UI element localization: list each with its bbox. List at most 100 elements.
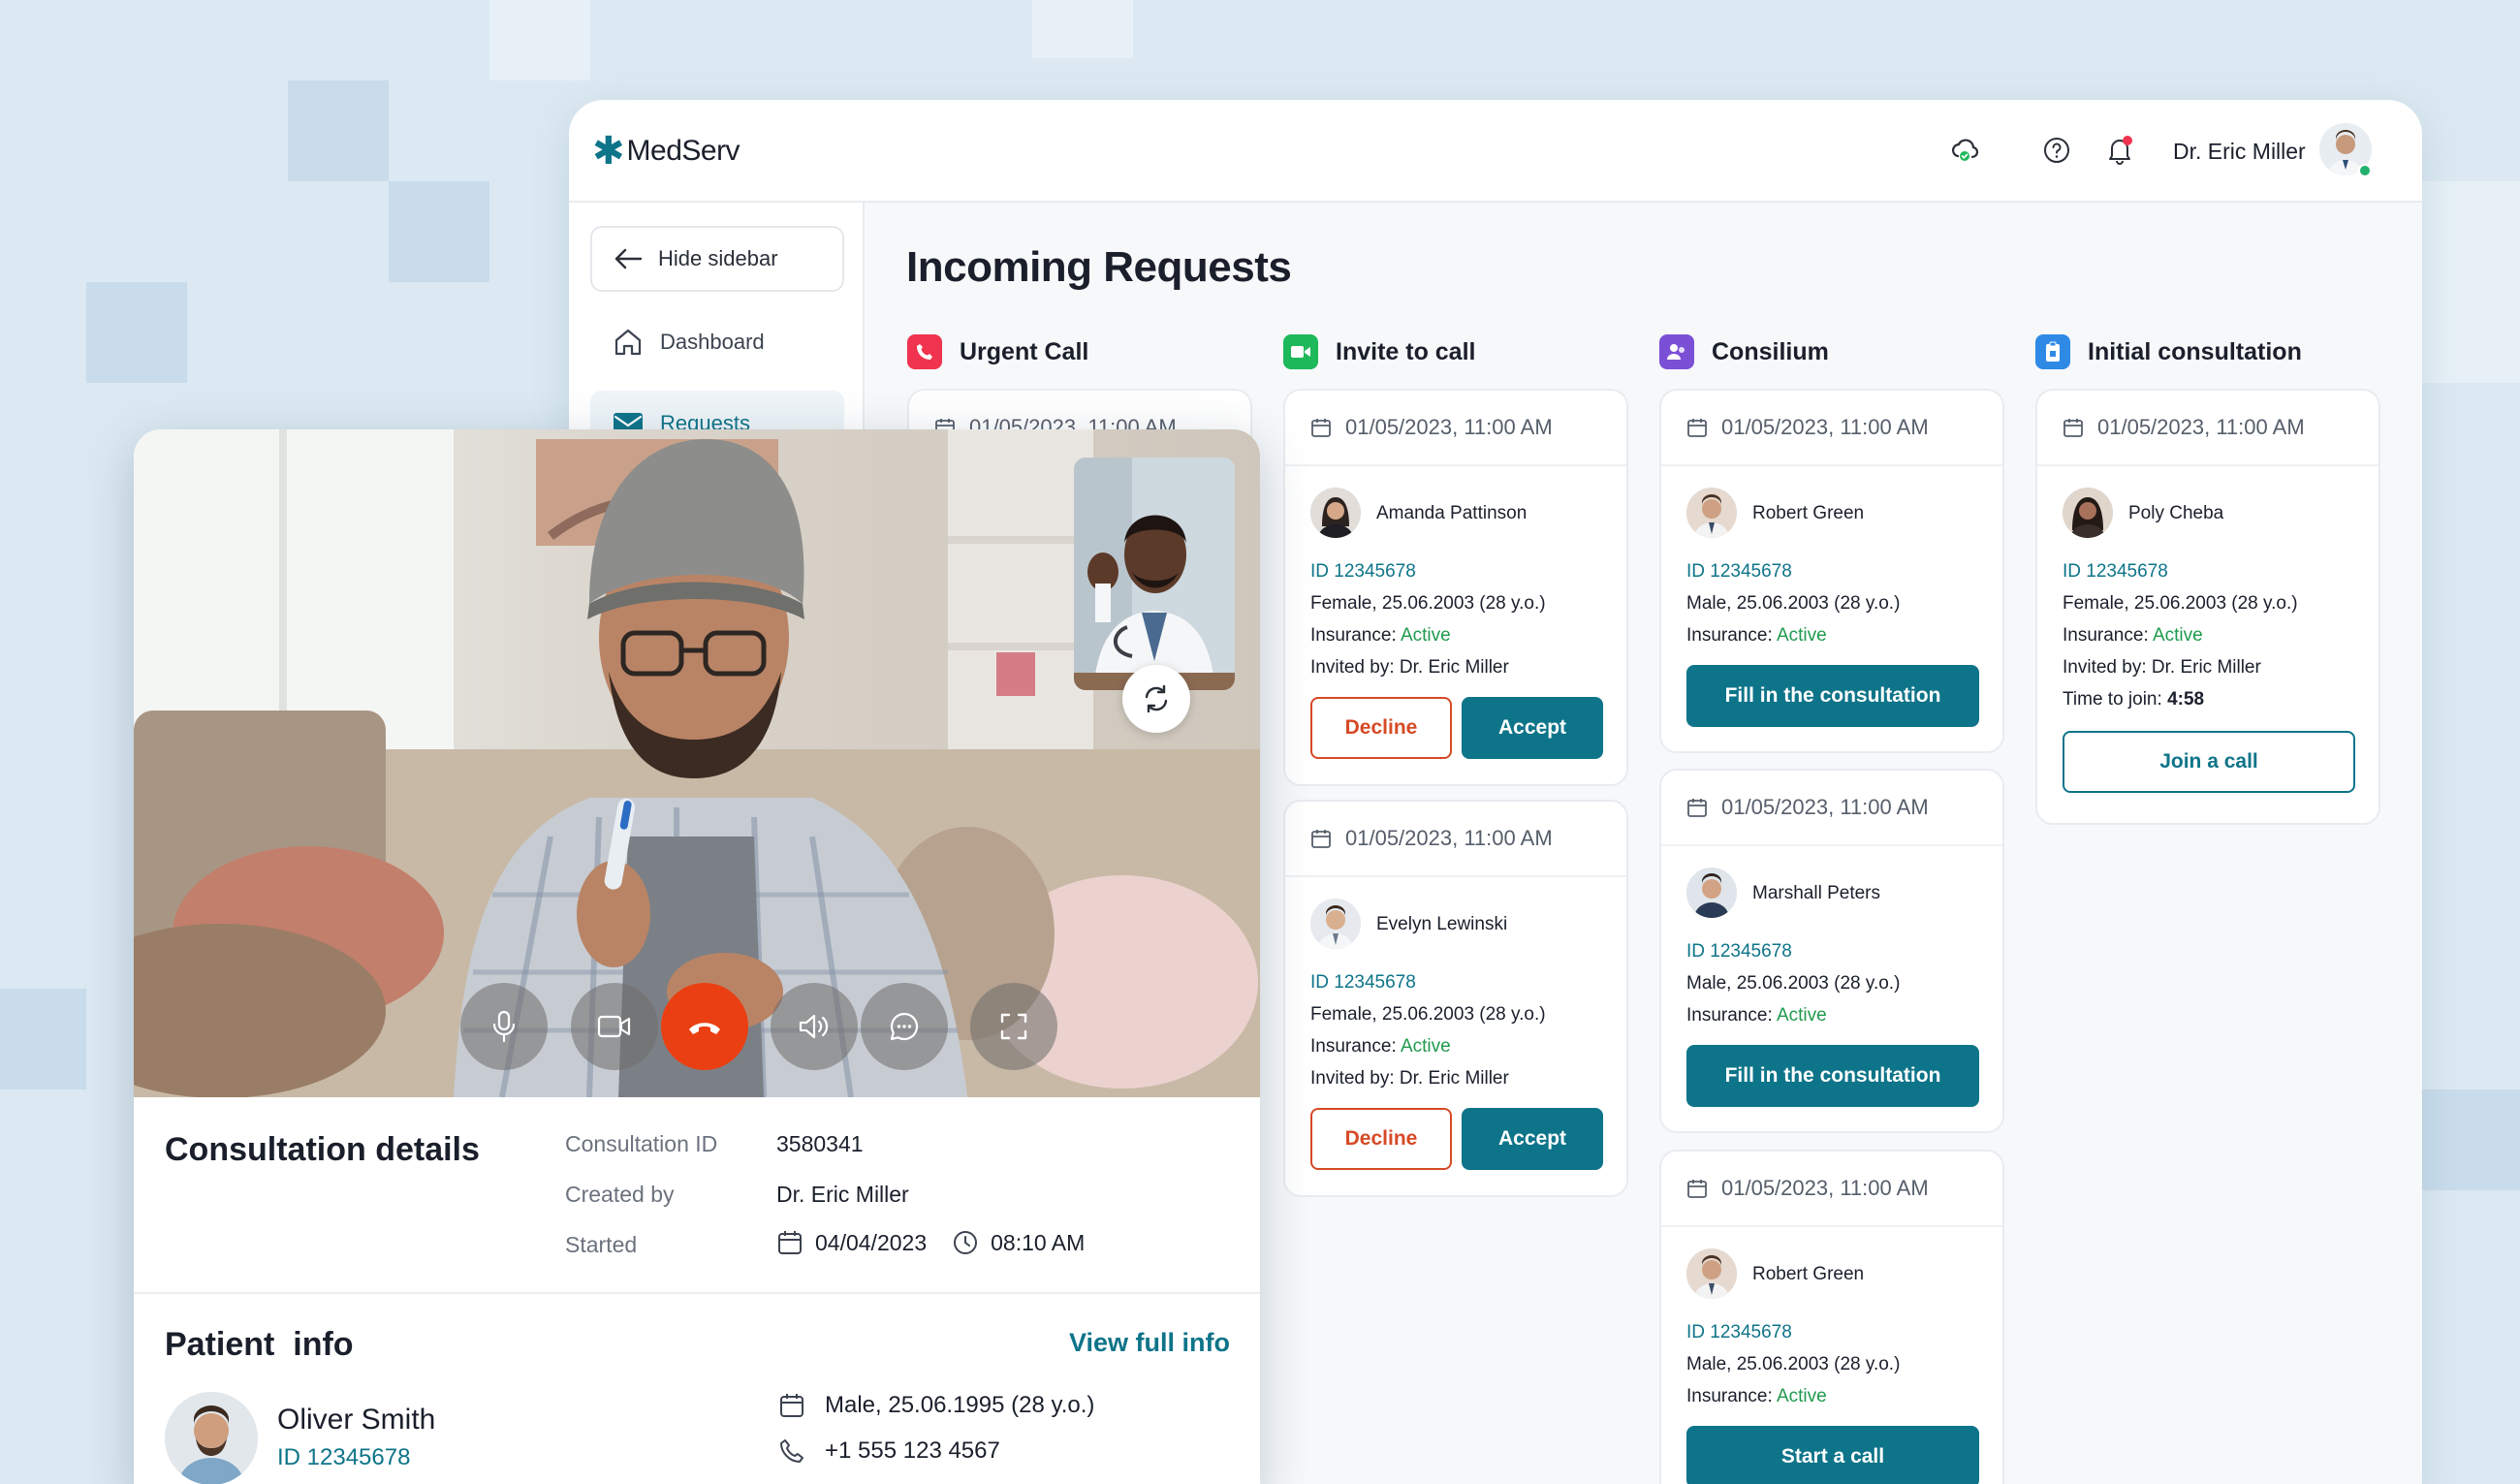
accept-button[interactable]: Accept: [1462, 1108, 1603, 1170]
column-title: Invite to call: [1336, 337, 1476, 365]
online-status-dot: [2358, 164, 2372, 177]
patient-row: Robert Green: [1686, 488, 2002, 538]
arrow-left-icon: [614, 248, 643, 269]
background-tile: [389, 181, 489, 282]
card-date: 01/05/2023, 11:00 AM: [1661, 1152, 2002, 1227]
insurance-status: Active: [1776, 1386, 1827, 1406]
hide-sidebar-button[interactable]: Hide sidebar: [590, 226, 844, 292]
patient-avatar: [1310, 899, 1361, 949]
patient-details: Male, 25.06.2003 (28 y.o.): [1686, 973, 1901, 994]
request-card[interactable]: 01/05/2023, 11:00 AM Robert Green ID 123…: [1659, 389, 2004, 753]
end-call-button[interactable]: [661, 983, 748, 1070]
logo-asterisk-icon: ✱: [592, 130, 625, 173]
started-value: 04/04/2023 08:10 AM: [776, 1229, 1085, 1256]
started-label: Started: [565, 1232, 638, 1257]
patient-id[interactable]: ID 12345678: [1686, 555, 2002, 587]
insurance-status: Active: [1400, 1036, 1451, 1057]
column-header-urgent-call: Urgent Call: [907, 332, 1088, 371]
fill-consultation-button[interactable]: Fill in the consultation: [1686, 665, 1979, 727]
card-actions: Decline Accept: [1310, 697, 1626, 759]
insurance-status: Active: [2152, 625, 2203, 646]
background-tile: [2422, 181, 2520, 383]
patient-details: Female, 25.06.2003 (28 y.o.): [1310, 593, 1546, 614]
join-call-button[interactable]: Join a call: [2063, 731, 2355, 793]
fill-consultation-button[interactable]: Fill in the consultation: [1686, 1045, 1979, 1107]
patient-id[interactable]: ID 12345678: [1310, 555, 1626, 587]
invited-by: Invited by: Dr. Eric Miller: [2063, 657, 2261, 678]
camera-button[interactable]: [571, 983, 658, 1070]
insurance-status: Active: [1776, 625, 1827, 646]
request-card[interactable]: 01/05/2023, 11:00 AM Marshall Peters ID …: [1659, 769, 2004, 1133]
consultation-id-label: Consultation ID: [565, 1131, 718, 1156]
calendar-icon: [1687, 419, 1707, 437]
patient-id[interactable]: ID 12345678: [1686, 935, 2002, 967]
patient-row: Evelyn Lewinski: [1310, 899, 1626, 949]
background-tile: [288, 80, 389, 181]
patient-id[interactable]: ID 12345678: [277, 1444, 410, 1471]
request-card[interactable]: 01/05/2023, 11:00 AM Amanda Pattinson ID…: [1283, 389, 1628, 786]
cloud-sync-icon[interactable]: [1945, 131, 1984, 170]
camera-icon: [597, 1015, 631, 1038]
request-card[interactable]: 01/05/2023, 11:00 AM Evelyn Lewinski ID …: [1283, 800, 1628, 1197]
calendar-icon: [780, 1394, 803, 1417]
doctor-self-view[interactable]: [1074, 458, 1235, 690]
start-call-button[interactable]: Start a call: [1686, 1426, 1979, 1484]
patient-avatar: [165, 1392, 258, 1484]
calendar-icon: [1687, 799, 1707, 817]
decline-button[interactable]: Decline: [1310, 1108, 1452, 1170]
calendar-icon: [1311, 830, 1331, 848]
logo[interactable]: ✱ MedServ: [592, 129, 740, 174]
view-full-info-link[interactable]: View full info: [1069, 1328, 1230, 1358]
insurance-row: Insurance: Active: [1686, 1380, 2002, 1412]
patient-details: Male, 25.06.2003 (28 y.o.): [1686, 1354, 1901, 1374]
patient-info: ID 12345678 Female, 25.06.2003 (28 y.o.)…: [2063, 555, 2378, 715]
patient-id[interactable]: ID 12345678: [1310, 966, 1626, 998]
calendar-icon: [778, 1231, 802, 1254]
card-date: 01/05/2023, 11:00 AM: [2037, 391, 2378, 466]
sidebar-item-dashboard[interactable]: Dashboard: [590, 309, 844, 375]
home-icon: [614, 329, 642, 356]
video-call-panel: Consultation details Consultation ID 358…: [134, 429, 1260, 1484]
section-divider: [134, 1292, 1260, 1294]
column-header-initial-consultation: Initial consultation: [2035, 332, 2302, 371]
card-actions: Decline Accept: [1310, 1108, 1626, 1170]
switch-camera-button[interactable]: [1122, 665, 1190, 733]
phone-icon: [780, 1439, 803, 1463]
patient-info: ID 12345678 Male, 25.06.2003 (28 y.o.) I…: [1686, 555, 2002, 651]
card-date-text: 01/05/2023, 11:00 AM: [1721, 1176, 1929, 1200]
background-tile: [2422, 1089, 2520, 1190]
request-card[interactable]: 01/05/2023, 11:00 AM Poly Cheba ID 12345…: [2035, 389, 2380, 825]
speaker-button[interactable]: [771, 983, 858, 1070]
patient-info: ID 12345678 Female, 25.06.2003 (28 y.o.)…: [1310, 555, 1626, 683]
patient-phone-row: +1 555 123 4567: [778, 1437, 1000, 1465]
card-date: 01/05/2023, 11:00 AM: [1661, 771, 2002, 846]
notification-bell-icon[interactable]: [2100, 131, 2139, 170]
request-card[interactable]: 01/05/2023, 11:00 AM Robert Green ID 123…: [1659, 1150, 2004, 1484]
patient-avatar: [1686, 1248, 1737, 1299]
column-title: Consilium: [1712, 337, 1829, 365]
help-icon[interactable]: [2037, 131, 2076, 170]
insurance-row: Insurance: Active: [2063, 619, 2378, 651]
patient-id[interactable]: ID 12345678: [1686, 1316, 2002, 1348]
background-tile: [489, 0, 590, 80]
decline-button[interactable]: Decline: [1310, 697, 1452, 759]
column-header-invite-to-call: Invite to call: [1283, 332, 1475, 371]
patient-info: ID 12345678 Male, 25.06.2003 (28 y.o.) I…: [1686, 1316, 2002, 1412]
video-feed[interactable]: [134, 429, 1260, 1097]
microphone-button[interactable]: [460, 983, 548, 1070]
chat-button[interactable]: [861, 983, 948, 1070]
patient-name: Marshall Peters: [1752, 882, 1880, 903]
patient-row: Amanda Pattinson: [1310, 488, 1626, 538]
page-title: Incoming Requests: [906, 243, 1292, 291]
background-tile: [0, 989, 86, 1089]
fullscreen-button[interactable]: [970, 983, 1057, 1070]
patient-name: Oliver Smith: [277, 1404, 436, 1436]
calendar-icon: [2063, 419, 2083, 437]
patient-id[interactable]: ID 12345678: [2063, 555, 2378, 587]
column-title: Initial consultation: [2088, 337, 2302, 365]
user-name[interactable]: Dr. Eric Miller: [2173, 139, 2306, 165]
accept-button[interactable]: Accept: [1462, 697, 1603, 759]
patient-name: Amanda Pattinson: [1376, 502, 1528, 523]
patient-avatar: [1686, 488, 1737, 538]
people-icon: [1659, 334, 1694, 369]
